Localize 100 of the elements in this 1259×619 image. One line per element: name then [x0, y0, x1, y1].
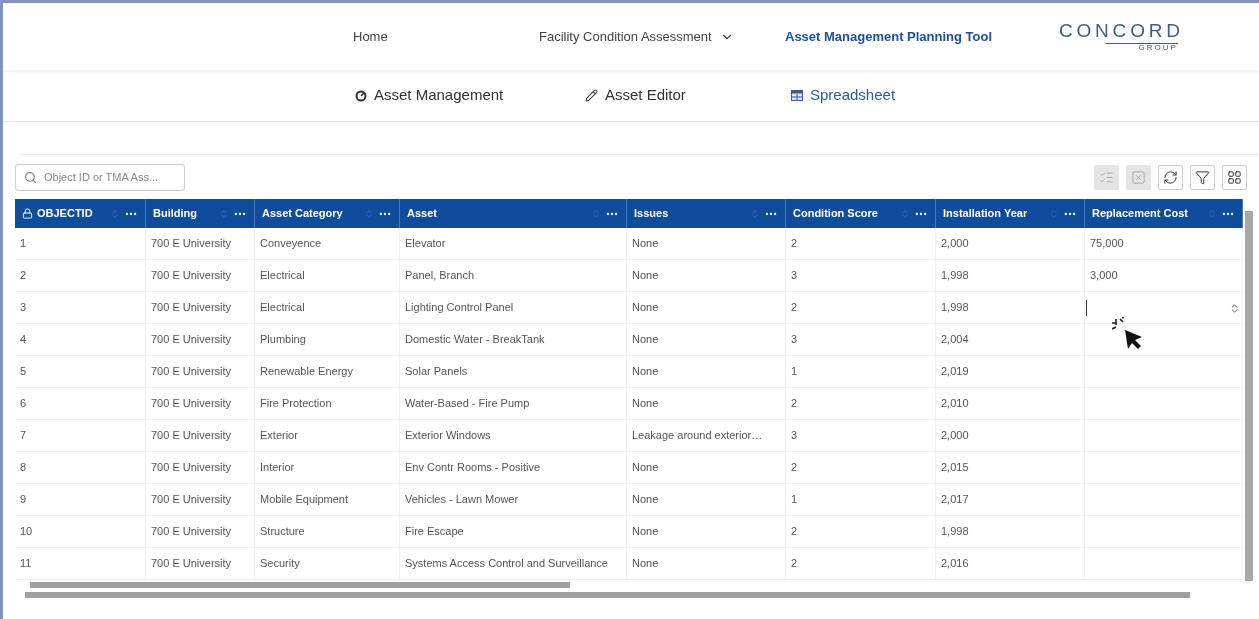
table-cell-text: 700 E University: [151, 556, 232, 572]
toolbar-button[interactable]: [1190, 164, 1215, 190]
table-cell-text: 700 E University: [151, 332, 232, 348]
table-cell-text: None: [632, 460, 659, 476]
table-cell-text: 2,019: [941, 364, 969, 380]
lock-icon: [22, 208, 33, 219]
table-cell-text: 2,015: [941, 460, 969, 476]
table-cell-text: 3: [791, 332, 798, 348]
table-cell-text: None: [632, 300, 659, 316]
table-cell-text: 2: [791, 460, 798, 476]
table-cell-text: 2: [20, 268, 27, 284]
table-cell-text: Solar Panels: [405, 364, 468, 380]
column-header[interactable]: Installation Year: [936, 199, 1085, 228]
table-cell-text: None: [632, 492, 659, 508]
table-cell-text: 2,000: [941, 428, 969, 444]
sub-nav-tab[interactable]: Asset Editor: [585, 84, 791, 107]
table-cell-text: 2: [791, 396, 798, 412]
toolbar-button[interactable]: [1222, 164, 1247, 190]
table-cell-text: 700 E University: [151, 236, 232, 252]
column-header[interactable]: OBJECTID: [15, 199, 146, 228]
toolbar-button[interactable]: [1158, 164, 1183, 190]
table-cell-text: 1,998: [941, 268, 969, 284]
table-cell-text: 700 E University: [151, 428, 232, 444]
table-cell-text: 1: [791, 492, 798, 508]
table-cell-text: 9: [20, 492, 27, 508]
table-cell-text: 75,000: [1090, 236, 1124, 252]
table-cell-text: 2,016: [941, 556, 969, 572]
table-cell-text: 3: [20, 300, 27, 316]
column-header[interactable]: Issues: [627, 199, 786, 228]
table-cell-text: None: [632, 268, 659, 284]
table-cell-text: 700 E University: [151, 268, 232, 284]
sub-nav-tab[interactable]: Asset Management: [355, 84, 585, 107]
sort-icon: [900, 208, 910, 219]
table-cell-text: 1,998: [941, 300, 969, 316]
table-cell-text: 1: [791, 364, 798, 380]
search-field[interactable]: Object ID or TMA Ass...: [15, 163, 185, 191]
horizontal-scrollbar[interactable]: [25, 592, 1190, 598]
table-cell-text: 700 E University: [151, 300, 232, 316]
clear-selection-icon: [1131, 169, 1146, 185]
table-cell-text: Renewable Energy: [260, 364, 353, 380]
sub-nav-tab[interactable]: Spreadsheet: [791, 84, 997, 107]
sort-icon: [110, 208, 120, 219]
table-cell-text: 1,998: [941, 524, 969, 540]
column-header[interactable]: Asset: [400, 199, 627, 228]
table-cell-text: 700 E University: [151, 492, 232, 508]
table-cell-text: 3: [791, 428, 798, 444]
table-cell-text: 7: [20, 428, 27, 444]
table-cell-text: Mobile Equipment: [260, 492, 349, 508]
table-cell-text: 4: [20, 332, 27, 348]
table-cell-text: Structure: [260, 524, 305, 540]
spinner-icon: [1229, 302, 1240, 314]
table-cell-text: None: [632, 364, 659, 380]
table-cell-text: Exterior Windows: [405, 428, 491, 444]
table-cell-text: Lighting Control Panel: [405, 300, 514, 316]
table-cell-text: 6: [20, 396, 27, 412]
table-cell-text: Fire Protection: [260, 396, 332, 412]
table-cell-text: None: [632, 236, 659, 252]
list-icon: [1099, 169, 1114, 185]
table-cell-text: 10: [20, 524, 33, 540]
table-cell-text: Electrical: [260, 300, 305, 316]
nav-link[interactable]: Asset Management Planning Tool: [783, 26, 1053, 47]
table-cell-text: Elevator: [405, 236, 446, 252]
table-cell-text: Plumbing: [260, 332, 306, 348]
column-header[interactable]: Building: [146, 199, 255, 228]
table-cell-text: Systems Access Control and Surveillance: [405, 556, 608, 572]
table-cell-text: 11: [20, 556, 32, 572]
sort-icon: [1049, 208, 1059, 219]
table-cell-text: Panel, Branch: [405, 268, 475, 284]
filter-icon: [1195, 169, 1210, 185]
logo-name: CONCORD: [1059, 21, 1184, 40]
table-cell-text: 2: [791, 524, 798, 540]
table-cell-text: 2: [791, 300, 798, 316]
table-cell-text: 700 E University: [151, 364, 232, 380]
table-cell-text: 2: [791, 556, 798, 572]
table-cell-text: Security: [260, 556, 300, 572]
horizontal-scrollbar[interactable]: [30, 582, 570, 588]
nav-link[interactable]: Home: [323, 26, 523, 47]
table-cell-text: Electrical: [260, 268, 305, 284]
table-cell-text: Vehicles - Lawn Mower: [405, 492, 519, 508]
table-cell-text: 700 E University: [151, 396, 232, 412]
nav-link[interactable]: Facility Condition Assessment: [523, 26, 783, 47]
grid-icon: [1227, 169, 1242, 185]
table-cell-text: Conveyence: [260, 236, 322, 252]
table-cell-text: Interior: [260, 460, 295, 476]
spreadsheet-icon: [791, 90, 803, 101]
table-cell-text: 2,010: [941, 396, 969, 412]
table-cell-text: 8: [20, 460, 27, 476]
table-cell-text: None: [632, 332, 659, 348]
table-cell-text: Water-Based - Fire Pump: [405, 396, 530, 412]
column-header[interactable]: Condition Score: [786, 199, 936, 228]
column-header[interactable]: Replacement Cost: [1085, 199, 1243, 228]
table-cell-text: Env Contr Rooms - Positive: [405, 460, 541, 476]
table-cell-text: Leakage around exterior…: [632, 428, 763, 444]
table-cell-text: None: [632, 556, 659, 572]
table-cell-text: 1: [20, 236, 27, 252]
column-header[interactable]: Asset Category: [255, 199, 400, 228]
vertical-scrollbar[interactable]: [1245, 211, 1253, 581]
pencil-icon: [585, 89, 598, 102]
table-cell-text: Domestic Water - BreakTank: [405, 332, 545, 348]
table-cell-text: 700 E University: [151, 524, 232, 540]
